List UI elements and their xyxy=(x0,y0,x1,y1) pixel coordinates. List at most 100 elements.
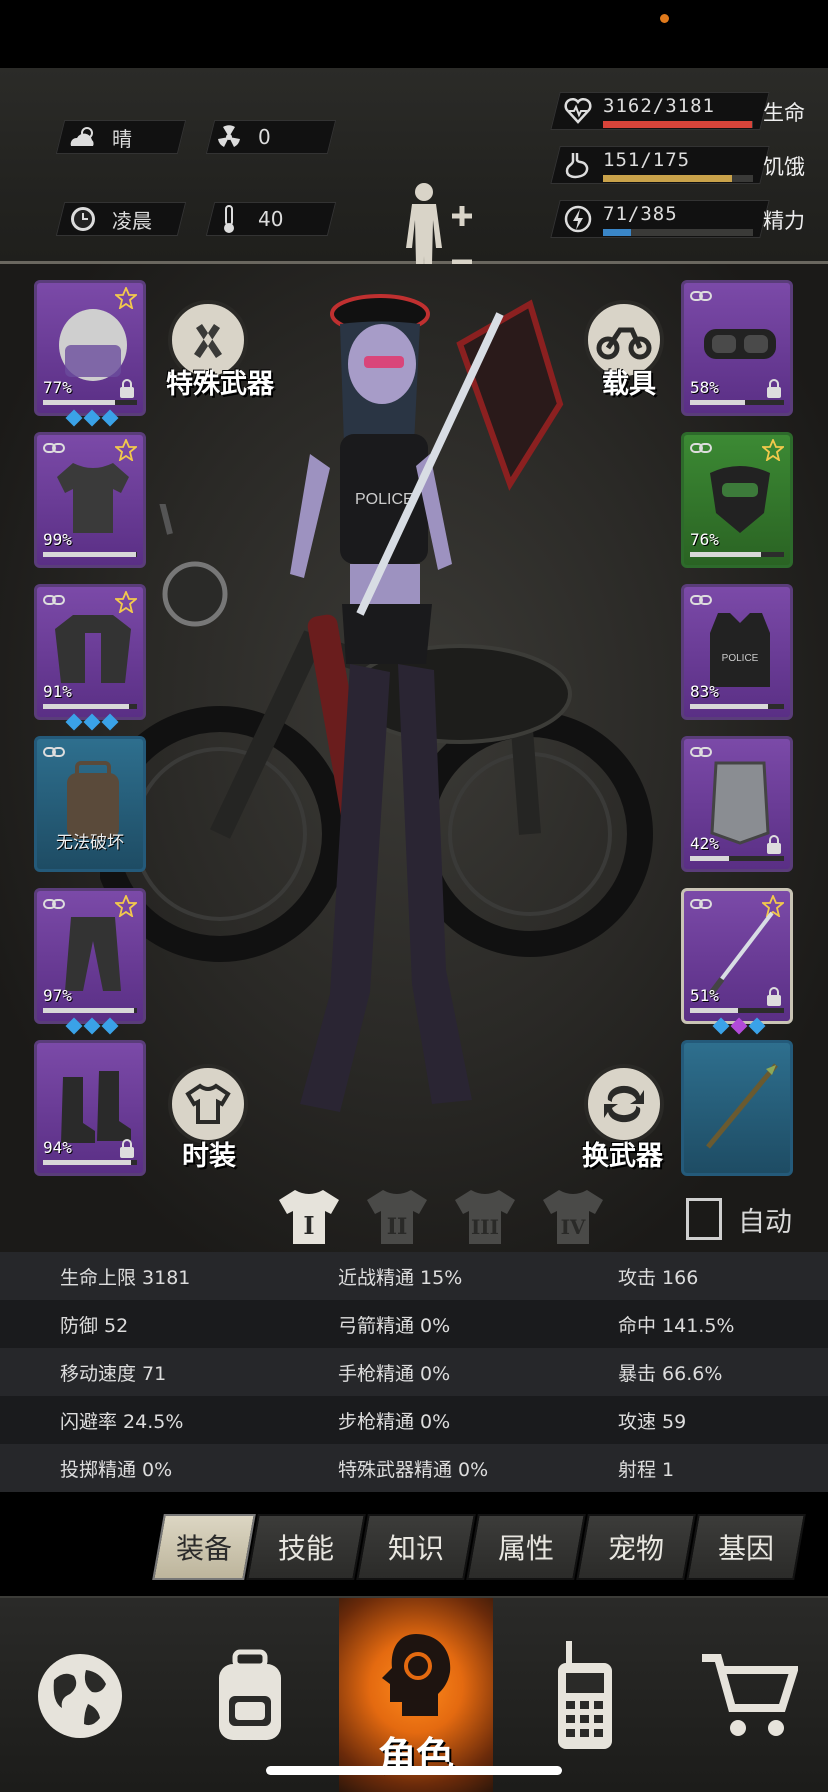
radiation-display[interactable]: 0 xyxy=(212,120,271,154)
right-slot-gas-mask[interactable]: 76% xyxy=(681,432,793,568)
outfit-set-3[interactable]: III xyxy=(451,1186,519,1248)
radiation-icon xyxy=(212,122,246,152)
energy-value: 71/385 xyxy=(603,203,678,225)
durability-percent: 91% xyxy=(43,682,72,701)
stat-value: 手枪精通 0% xyxy=(338,1362,451,1385)
gem-icon xyxy=(65,713,83,731)
gem-icon xyxy=(83,713,101,731)
stat-value: 攻击 166 xyxy=(618,1266,699,1289)
energy-bar: 71/385 精力 xyxy=(550,200,825,240)
svg-text:POLICE: POLICE xyxy=(355,491,414,508)
nav-character[interactable]: 角色 xyxy=(339,1598,493,1792)
top-hud: 晴 0 凌晨 40 3162/3181 生命 151/175 饥饿 71/385… xyxy=(0,68,828,308)
stat-value: 步枪精通 0% xyxy=(338,1410,451,1433)
gem-icon xyxy=(748,1017,766,1035)
clock-icon xyxy=(66,204,100,234)
tab-equipment-label: 装备 xyxy=(175,1532,232,1565)
right-slot-vest[interactable]: POLICE 83% xyxy=(681,584,793,720)
left-slot-helmet[interactable]: 77% xyxy=(34,280,146,416)
stat-value: 移动速度 71 xyxy=(60,1362,167,1385)
nav-shop[interactable] xyxy=(668,1598,828,1792)
spear-icon xyxy=(706,1063,778,1149)
durability-bar xyxy=(690,400,784,405)
auto-checkbox[interactable] xyxy=(686,1198,722,1240)
right-slot-spear[interactable] xyxy=(681,1040,793,1176)
gem-icon xyxy=(101,409,119,427)
tab-equipment[interactable]: 装备 xyxy=(152,1514,256,1580)
stat-value: 暴击 66.6% xyxy=(618,1362,723,1385)
left-slot-boots[interactable]: 94% xyxy=(34,1040,146,1176)
tab-pets-label: 宠物 xyxy=(607,1532,664,1565)
outfit-set-1[interactable]: I xyxy=(275,1186,343,1248)
left-slot-pants[interactable]: 97% xyxy=(34,888,146,1024)
swap-icon xyxy=(604,1085,644,1123)
nav-inventory[interactable] xyxy=(170,1598,330,1792)
tab-knowledge-label: 知识 xyxy=(387,1532,444,1565)
lock-icon xyxy=(120,379,134,398)
character-portrait: POLICE xyxy=(290,294,564,1112)
recording-indicator xyxy=(660,14,669,23)
right-slot-shield[interactable]: 42% xyxy=(681,736,793,872)
vest-icon: POLICE xyxy=(710,613,770,687)
tab-skills[interactable]: 技能 xyxy=(246,1514,366,1580)
outfit-set-2[interactable]: II xyxy=(363,1186,431,1248)
energy-label: 精力 xyxy=(763,209,805,233)
durability-percent: 94% xyxy=(43,1138,72,1157)
character-stage: POLICE 77% 99% 91% 无法破坏 97% 94% 58% 76% POLICE 8… xyxy=(0,264,828,1252)
durability-bar xyxy=(690,856,784,861)
motorcycle-icon xyxy=(596,327,652,360)
stat-value: 防御 52 xyxy=(60,1314,129,1337)
weather-display[interactable]: 晴 xyxy=(66,120,132,154)
tab-attributes[interactable]: 属性 xyxy=(466,1514,586,1580)
pants-icon xyxy=(65,917,121,991)
outfit-set-selector: I II III IV xyxy=(275,1186,607,1248)
fashion-button[interactable] xyxy=(168,1064,248,1144)
boots-icon xyxy=(61,1071,131,1143)
fashion-label: 时装 xyxy=(182,1141,236,1172)
gem-icon xyxy=(730,1017,748,1035)
stats-panel: 生命上限 3181 近战精通 15% 攻击 166 防御 52 弓箭精通 0% 命中 14… xyxy=(0,1252,828,1494)
gem-icon xyxy=(65,409,83,427)
shield-icon xyxy=(710,761,770,845)
nav-world-map[interactable] xyxy=(0,1598,160,1792)
stat-value: 闪避率 24.5% xyxy=(60,1410,184,1433)
hunger-value: 151/175 xyxy=(603,149,691,171)
stat-value: 投掷精通 0% xyxy=(60,1458,173,1481)
time-display[interactable]: 凌晨 xyxy=(66,202,152,236)
durability-percent: 58% xyxy=(690,378,719,397)
left-slot-backpack[interactable]: 无法破坏 xyxy=(34,736,146,872)
tab-knowledge[interactable]: 知识 xyxy=(356,1514,476,1580)
auto-label: 自动 xyxy=(738,1207,792,1238)
health-label: 生命 xyxy=(763,101,805,125)
gem-sockets xyxy=(65,713,119,731)
stat-value: 命中 141.5% xyxy=(618,1314,735,1337)
right-slot-goggles[interactable]: 58% xyxy=(681,280,793,416)
stat-row: 闪避率 24.5% 步枪精通 0% 攻速 59 xyxy=(0,1396,828,1444)
nav-radio[interactable] xyxy=(505,1598,665,1792)
left-slot-jacket[interactable]: 91% xyxy=(34,584,146,720)
left-slot-shirt[interactable]: 99% xyxy=(34,432,146,568)
svg-text:POLICE: POLICE xyxy=(722,653,759,664)
lock-icon xyxy=(767,379,781,398)
tab-skills-label: 技能 xyxy=(277,1532,334,1565)
stat-value: 生命上限 3181 xyxy=(60,1266,191,1289)
right-slot-katana[interactable]: 51% xyxy=(681,888,793,1024)
tab-genes[interactable]: 基因 xyxy=(686,1514,806,1580)
cloud-sun-icon xyxy=(66,122,100,152)
swap-weapon-button[interactable] xyxy=(584,1064,664,1144)
temperature-value: 40 xyxy=(258,207,284,231)
stat-value: 攻速 59 xyxy=(618,1410,687,1433)
radiation-value: 0 xyxy=(258,125,271,149)
gem-icon xyxy=(83,1017,101,1035)
outfit-set-4[interactable]: IV xyxy=(539,1186,607,1248)
tab-pets[interactable]: 宠物 xyxy=(576,1514,696,1580)
outfit-set-2-label: II xyxy=(387,1214,408,1240)
gem-sockets xyxy=(65,409,119,427)
tab-attributes-label: 属性 xyxy=(497,1532,554,1565)
outfit-set-3-label: III xyxy=(471,1215,499,1239)
tab-bar: 装备 技能 知识 属性 宠物 基因 xyxy=(150,1514,820,1582)
walkie-talkie-icon xyxy=(558,1641,612,1749)
home-indicator xyxy=(266,1766,562,1775)
stat-row: 移动速度 71 手枪精通 0% 暴击 66.6% xyxy=(0,1348,828,1396)
temperature-display[interactable]: 40 xyxy=(212,202,283,236)
